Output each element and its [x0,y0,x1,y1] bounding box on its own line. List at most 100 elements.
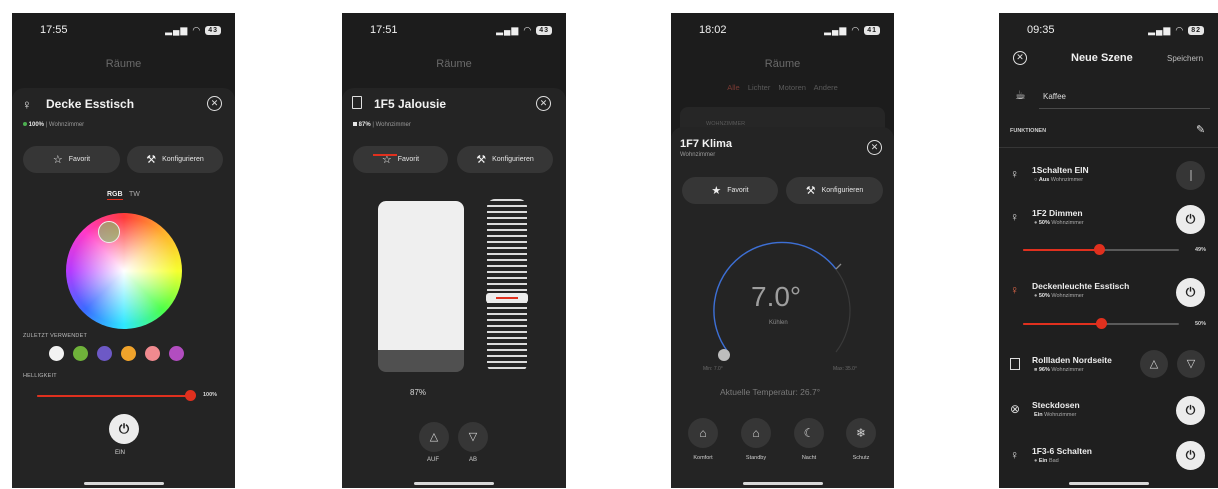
function-state: Aus [1038,177,1050,183]
signal-icon: ▂▄▆ [1148,24,1172,35]
function-room: Wohnzimmer [1051,220,1084,226]
light-icon: ♀ [22,97,32,112]
status-square [353,122,357,126]
battery-icon: 82 [1188,25,1204,35]
tab-rgb[interactable]: RGB [107,191,123,200]
configure-button[interactable]: ⚒ Konfigurieren [786,177,883,204]
configure-label: Konfigurieren [162,156,204,163]
favorite-button[interactable]: ☆ Favorit [353,146,448,173]
dial-handle[interactable] [718,349,730,361]
brightness-slider-fill [37,395,190,397]
recent-color-swatch[interactable] [97,346,112,361]
function-state: 50% [1038,220,1050,226]
blind-position-fill [378,201,464,350]
dimmer-slider-thumb[interactable] [1096,318,1107,329]
max-label: Max: 35.0° [833,366,857,372]
scene-name-field[interactable]: Kaffee [1043,92,1066,101]
close-icon[interactable]: ✕ [867,140,882,155]
color-wheel-handle[interactable] [98,221,120,243]
device-title: 1F7 Klima [680,138,732,150]
battery-icon: 43 [205,25,221,35]
function-state: 50% [1038,293,1050,299]
functions-label: FUNKTIONEN [1010,128,1047,134]
favorite-button[interactable]: ☆ Favorit [23,146,120,173]
down-label: AB [469,457,478,463]
down-button[interactable]: ▽ [1177,350,1205,378]
function-name: 1F3-6 Schalten [1032,446,1092,456]
power-icon: ⏻ [1185,448,1196,462]
triangle-down-icon: ▽ [1186,358,1196,370]
phone-screen-light: 17:55 ▂▄▆ ◠ 43 Räume ♀ Decke Esstisch ✕ 10… [12,13,235,488]
battery-icon: 41 [864,25,880,35]
function-name: Deckenleuchte Esstisch [1032,281,1130,291]
blind-position-slider[interactable] [378,201,464,372]
mode-komfort-button[interactable]: ⌂ [688,418,718,448]
background-tabs: Alle Lichter Motoren Andere [671,83,894,92]
brightness-label: HELLIGKEIT [23,373,57,379]
dimmer-slider-thumb[interactable] [1094,244,1105,255]
power-button[interactable]: ⏻ [1176,441,1205,470]
recent-color-swatch[interactable] [121,346,136,361]
save-button[interactable]: Speichern [1167,54,1203,63]
status-time: 18:02 [699,24,727,36]
status-room: | Wohnzimmer [45,122,85,128]
toggle-button-off[interactable] [1176,161,1205,190]
mode-standby-button[interactable]: ⌂ [741,418,771,448]
power-icon: ⏻ [1185,403,1196,417]
power-button[interactable]: ⏻ [1176,205,1205,234]
home-indicator [1068,482,1149,485]
triangle-up-icon: △ [1149,358,1159,370]
configure-button[interactable]: ⚒ Konfigurieren [127,146,223,173]
recent-color-swatch[interactable] [169,346,184,361]
power-icon: ⏻ [118,421,130,436]
tab-tw[interactable]: TW [129,191,140,198]
scene-name-underline [1039,108,1210,109]
power-button[interactable]: ⏻ [109,414,139,444]
signal-icon: ▂▄▆ [824,24,848,35]
blind-position-marker [373,154,397,156]
blind-icon [1010,358,1020,370]
device-title: 1F5 Jalousie [374,97,447,111]
power-button[interactable]: ⏻ [1176,396,1205,425]
cup-icon: ☕ [1015,88,1026,102]
close-icon[interactable]: ✕ [536,96,551,111]
configure-label: Konfigurieren [492,156,534,163]
edit-pencil-icon[interactable]: ✎ [1196,123,1205,136]
page-title: Neue Szene [1071,52,1133,64]
power-state: EIN [115,450,126,456]
configure-button[interactable]: ⚒ Konfigurieren [457,146,553,173]
up-button[interactable]: △ [1140,350,1168,378]
up-button[interactable]: △ [419,422,449,452]
recent-color-swatch[interactable] [145,346,160,361]
power-button[interactable]: ⏻ [1176,278,1205,307]
tab-all[interactable]: Alle [727,83,740,92]
recent-colors-label: ZULETZT VERWENDET [23,333,88,339]
configure-label: Konfigurieren [821,187,864,194]
home-indicator [742,482,823,485]
mode-text: Kühlen [769,320,788,326]
slat-angle-slider[interactable] [487,199,527,372]
recent-color-swatch[interactable] [49,346,64,361]
current-temperature: Aktuelle Temperatur: 26.7° [720,387,821,397]
phone-screen-blind: 17:51 ▂▄▆ ◠ 43 Räume 1F5 Jalousie ✕ 87% | … [342,13,566,488]
mode-schutz-button[interactable]: ❄ [846,418,876,448]
brightness-slider-thumb[interactable] [185,390,196,401]
close-icon[interactable]: ✕ [1013,51,1027,65]
tab-motors[interactable]: Motoren [778,83,806,92]
favorite-button[interactable]: ★ Favorit [682,177,778,204]
color-wheel[interactable] [66,213,182,329]
tab-other[interactable]: Andere [814,83,838,92]
power-icon: ⏻ [1185,212,1196,226]
close-icon[interactable]: ✕ [207,96,222,111]
down-button[interactable]: ▽ [458,422,488,452]
status-bar: 18:02 ▂▄▆ ◠ 41 [671,13,894,47]
recent-color-swatch[interactable] [73,346,88,361]
mode-standby-label: Standby [745,455,767,461]
triangle-down-icon: ▽ [468,431,478,443]
tab-lights[interactable]: Lichter [748,83,771,92]
home-comfort-icon: ⌂ [699,426,707,440]
slat-angle-handle[interactable] [486,293,528,303]
mode-nacht-button[interactable]: ☾ [794,418,824,448]
status-time: 17:55 [40,24,68,36]
brightness-value: 100% [203,392,218,398]
